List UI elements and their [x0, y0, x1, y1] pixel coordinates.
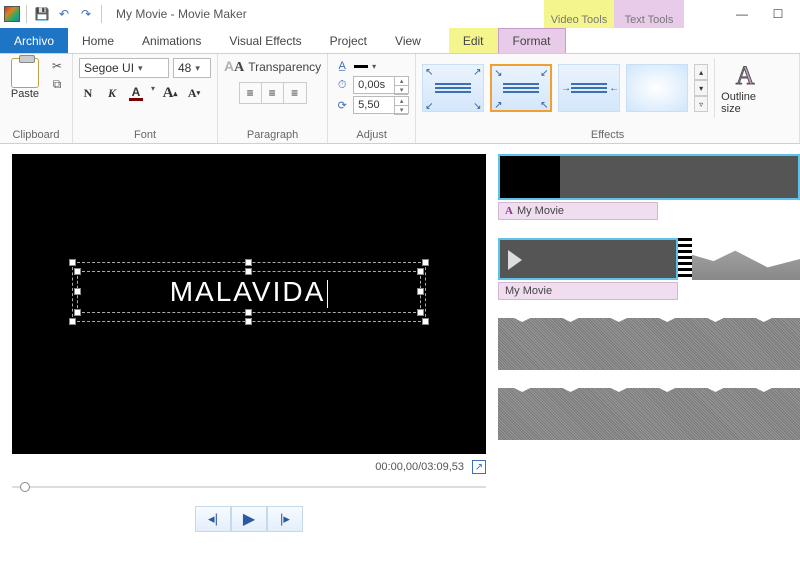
seek-thumb[interactable]: [20, 482, 30, 492]
text-cursor: [327, 280, 328, 308]
outline-A-icon: A: [736, 61, 755, 91]
group-clipboard: Paste ✂ ⧉ Clipboard: [0, 54, 73, 143]
alignment-group: ≡ ≡ ≡: [239, 82, 307, 104]
timeline-track-4[interactable]: [498, 388, 800, 440]
edit-text-icon[interactable]: A̲: [334, 58, 350, 74]
workspace: MALAVIDA 00:00,00/03:09,53 ↗ ◂| ▶ |▸ AMy…: [0, 144, 800, 570]
bold-button[interactable]: N: [79, 84, 97, 102]
font-size-combo[interactable]: 48▾: [173, 58, 211, 78]
video-preview[interactable]: MALAVIDA: [12, 154, 486, 454]
playback-controls: ◂| ▶ |▸: [12, 506, 486, 532]
font-name-combo[interactable]: Segoe UI▾: [79, 58, 169, 78]
context-tab-video[interactable]: Video Tools: [544, 0, 614, 28]
tab-animations[interactable]: Animations: [128, 28, 215, 53]
seek-bar[interactable]: [12, 480, 486, 494]
minimize-button[interactable]: —: [724, 2, 760, 26]
cut-icon[interactable]: ✂: [48, 58, 66, 74]
next-frame-button[interactable]: |▸: [267, 506, 303, 532]
group-label-paragraph: Paragraph: [224, 127, 321, 141]
tab-format[interactable]: Format: [498, 28, 566, 53]
timecode: 00:00,00/03:09,53: [375, 461, 464, 473]
paste-button[interactable]: Paste: [6, 58, 44, 100]
group-adjust: A̲ ▾ ⏱ 0,00s▴▾ ⟳ 5,50▴▾ Adjust: [328, 54, 416, 143]
group-effects: ↖↗↙↘ ↘↙↗↖ →← ▴▾▿ A Outline size Effects: [416, 54, 800, 143]
clipboard-icon: [11, 58, 39, 88]
context-tabs: Video Tools Text Tools: [544, 0, 684, 28]
start-time-icon: ⏱: [334, 77, 350, 93]
group-label-font: Font: [79, 127, 211, 141]
fullscreen-icon[interactable]: ↗: [472, 460, 486, 474]
copy-icon[interactable]: ⧉: [48, 76, 66, 92]
tab-visual-effects[interactable]: Visual Effects: [215, 28, 315, 53]
tab-home[interactable]: Home: [68, 28, 128, 53]
preview-pane: MALAVIDA 00:00,00/03:09,53 ↗ ◂| ▶ |▸: [0, 144, 498, 570]
ribbon-tabs: Archivo Home Animations Visual Effects P…: [0, 28, 800, 54]
app-icon: [4, 6, 20, 22]
align-right-button[interactable]: ≡: [284, 83, 306, 103]
text-track-icon: A: [505, 205, 513, 217]
effect-1[interactable]: ↖↗↙↘: [422, 64, 484, 112]
timeline-track-3[interactable]: [498, 318, 800, 370]
effects-scroll[interactable]: ▴▾▿: [694, 64, 708, 112]
timeline-track-2[interactable]: My Movie: [498, 238, 800, 300]
caption-track-1[interactable]: AMy Movie: [498, 202, 658, 220]
qa-separator-2: [101, 5, 102, 23]
shrink-font-button[interactable]: A▾: [185, 84, 203, 102]
group-paragraph: AA Transparency ≡ ≡ ≡ Paragraph: [218, 54, 328, 143]
duration-icon: ⟳: [334, 97, 350, 113]
effect-4[interactable]: [626, 64, 688, 112]
caption-track-2[interactable]: My Movie: [498, 282, 678, 300]
timeline-pane[interactable]: AMy Movie My Movie: [498, 144, 800, 570]
transparency-icon: AA: [224, 58, 244, 76]
bg-color-icon[interactable]: [353, 58, 369, 74]
tab-file[interactable]: Archivo: [0, 28, 68, 53]
qa-separator: [26, 5, 27, 23]
redo-icon[interactable]: ↷: [75, 3, 97, 25]
title-bar: 💾 ↶ ↷ My Movie - Movie Maker Video Tools…: [0, 0, 800, 28]
align-left-button[interactable]: ≡: [240, 83, 262, 103]
group-label-clipboard: Clipboard: [6, 127, 66, 141]
duration-spinner[interactable]: 5,50▴▾: [353, 96, 409, 114]
context-tab-text[interactable]: Text Tools: [614, 0, 684, 28]
start-time-spinner[interactable]: 0,00s▴▾: [353, 76, 409, 94]
text-box[interactable]: MALAVIDA: [72, 262, 426, 322]
effect-3[interactable]: →←: [558, 64, 620, 112]
maximize-button[interactable]: ☐: [760, 2, 796, 26]
grow-font-button[interactable]: A▴: [161, 84, 179, 102]
effect-2[interactable]: ↘↙↗↖: [490, 64, 552, 112]
tab-edit[interactable]: Edit: [449, 28, 498, 53]
play-button[interactable]: ▶: [231, 506, 267, 532]
group-label-effects: Effects: [422, 127, 793, 141]
window-title: My Movie - Movie Maker: [116, 7, 247, 21]
font-color-button[interactable]: A: [127, 84, 145, 102]
group-font: Segoe UI▾ 48▾ N K A ▾ A▴ A▾ Font: [73, 54, 218, 143]
transparency-label[interactable]: Transparency: [248, 60, 321, 74]
align-center-button[interactable]: ≡: [262, 83, 284, 103]
undo-icon[interactable]: ↶: [53, 3, 75, 25]
italic-button[interactable]: K: [103, 84, 121, 102]
ribbon: Paste ✂ ⧉ Clipboard Segoe UI▾ 48▾ N K A …: [0, 54, 800, 144]
tab-view[interactable]: View: [381, 28, 435, 53]
save-icon[interactable]: 💾: [31, 3, 53, 25]
group-label-adjust: Adjust: [334, 127, 409, 141]
timeline-track-1[interactable]: AMy Movie: [498, 154, 800, 220]
prev-frame-button[interactable]: ◂|: [195, 506, 231, 532]
preview-text[interactable]: MALAVIDA: [170, 276, 326, 307]
tab-project[interactable]: Project: [316, 28, 381, 53]
outline-size-button[interactable]: A Outline size: [721, 61, 769, 115]
